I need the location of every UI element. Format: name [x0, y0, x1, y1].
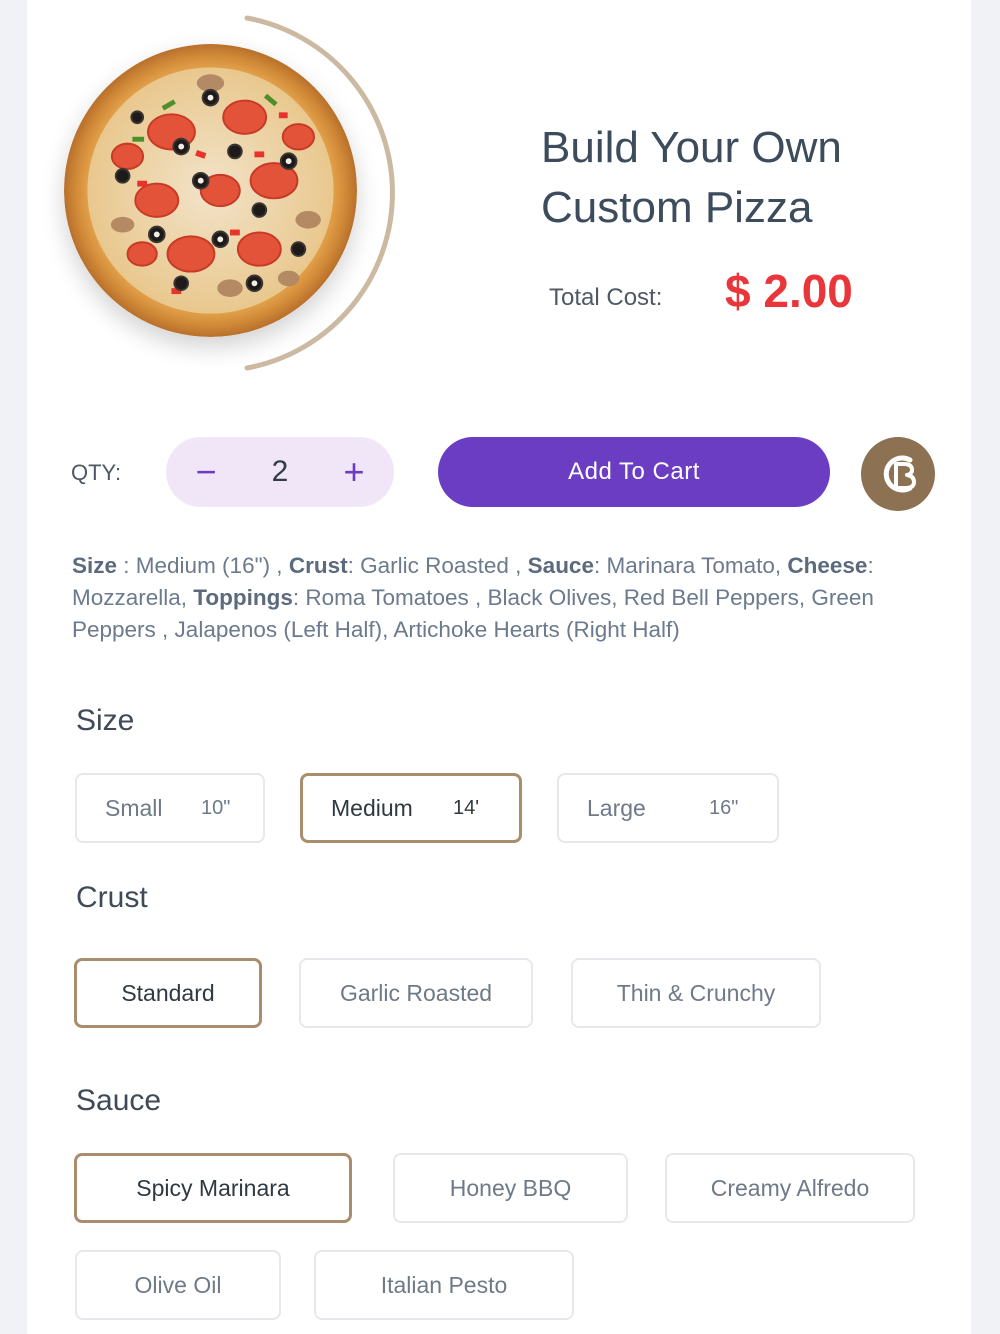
sauce-option-label: Spicy Marinara — [136, 1174, 290, 1201]
crust-option-garlic-roasted[interactable]: Garlic Roasted — [299, 958, 533, 1028]
summary-size-value: : Medium (16") , — [117, 553, 289, 578]
brand-logo-icon[interactable] — [861, 437, 935, 511]
size-option-name: Large — [587, 794, 646, 821]
minus-icon: − — [195, 451, 217, 492]
crust-option-thin-crunchy[interactable]: Thin & Crunchy — [571, 958, 821, 1028]
crust-option-label: Garlic Roasted — [339, 979, 493, 1006]
product-title-line2: Custom Pizza — [541, 183, 813, 232]
pizza-illustration — [64, 44, 357, 337]
pizza-image — [64, 44, 357, 337]
plus-icon: + — [343, 451, 365, 492]
total-cost-value: $ 2.00 — [725, 265, 853, 317]
sauce-option-olive-oil[interactable]: Olive Oil — [75, 1250, 281, 1320]
quantity-stepper: − 2 + — [166, 437, 394, 507]
crust-option-standard[interactable]: Standard — [74, 958, 262, 1028]
sauce-option-label: Creamy Alfredo — [710, 1174, 870, 1201]
quantity-value[interactable]: 2 — [246, 437, 314, 507]
sauce-option-label: Olive Oil — [134, 1271, 222, 1298]
size-option-name: Small — [105, 794, 163, 821]
summary-sauce-value: : Marinara Tomato, — [593, 553, 788, 578]
qty-label: QTY: — [71, 460, 122, 485]
crust-section-title: Crust — [76, 881, 148, 914]
size-section-title: Size — [76, 704, 135, 737]
sauce-option-creamy-alfredo[interactable]: Creamy Alfredo — [665, 1153, 915, 1223]
add-to-cart-button[interactable]: Add To Cart — [438, 437, 830, 507]
crust-option-label: Thin & Crunchy — [616, 979, 776, 1006]
summary-crust-value: : Garlic Roasted , — [347, 553, 528, 578]
sauce-section-title: Sauce — [76, 1084, 162, 1117]
product-title-line1: Build Your Own — [541, 123, 842, 172]
summary-crust-label: Crust — [288, 553, 348, 578]
sauce-option-label: Italian Pesto — [380, 1271, 508, 1298]
sauce-option-italian-pesto[interactable]: Italian Pesto — [314, 1250, 574, 1320]
summary-toppings-label: Toppings — [193, 585, 293, 610]
sauce-option-spicy-marinara[interactable]: Spicy Marinara — [74, 1153, 352, 1223]
summary-size-label: Size — [72, 553, 118, 578]
decrease-quantity-button[interactable]: − — [176, 437, 236, 507]
size-option-dim: 10" — [201, 796, 231, 819]
size-option-large[interactable]: Large 16" — [557, 773, 779, 843]
crust-option-label: Standard — [121, 979, 215, 1006]
total-cost-label: Total Cost: — [549, 284, 663, 311]
summary-cheese-label: Cheese — [787, 553, 868, 578]
summary-sauce-label: Sauce — [527, 553, 594, 578]
sauce-option-honey-bbq[interactable]: Honey BBQ — [393, 1153, 628, 1223]
brand-logo-glyph — [883, 455, 916, 493]
size-option-dim: 14' — [453, 796, 480, 819]
sauce-option-label: Honey BBQ — [449, 1174, 572, 1201]
size-option-medium[interactable]: Medium 14' — [300, 773, 522, 843]
size-option-dim: 16" — [709, 796, 739, 819]
product-title: Build Your Own Custom Pizza — [541, 118, 941, 238]
size-option-name: Medium — [331, 794, 413, 821]
order-summary: Size : Medium (16") , Crust: Garlic Roas… — [72, 550, 952, 646]
increase-quantity-button[interactable]: + — [324, 437, 384, 507]
product-card: Build Your Own Custom Pizza Total Cost: … — [27, 0, 971, 1334]
size-option-small[interactable]: Small 10" — [75, 773, 265, 843]
